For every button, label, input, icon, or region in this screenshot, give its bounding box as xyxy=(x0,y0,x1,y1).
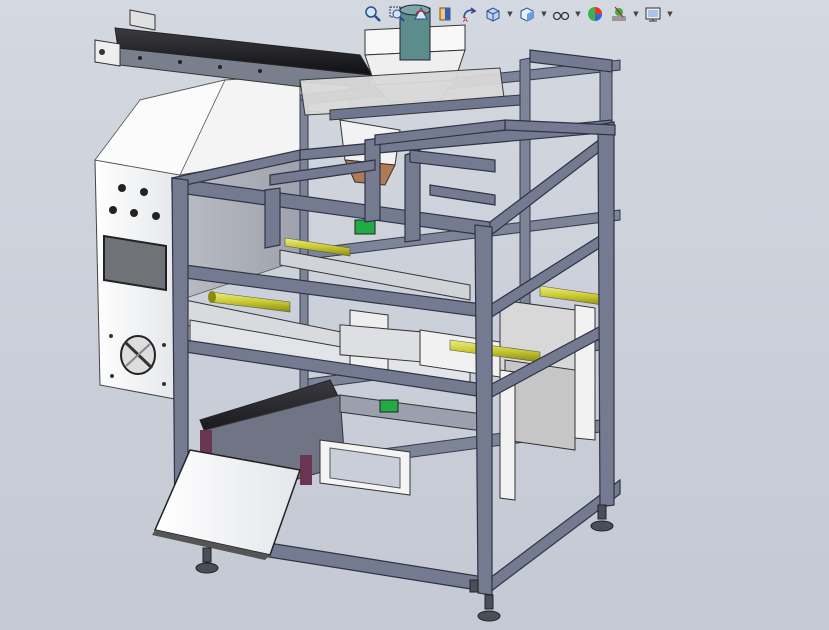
chevron-down-icon[interactable]: ▼ xyxy=(506,3,514,25)
section-view-icon[interactable] xyxy=(434,3,456,25)
view-orientation-icon[interactable] xyxy=(482,3,504,25)
hmi-screen xyxy=(103,234,167,292)
cabinet-button xyxy=(109,206,117,214)
hide-show-items-icon[interactable] xyxy=(550,3,572,25)
chevron-down-icon[interactable]: ▼ xyxy=(666,3,674,25)
graphics-area[interactable] xyxy=(0,0,829,630)
chevron-down-icon[interactable]: ▼ xyxy=(632,3,640,25)
cabinet-button xyxy=(152,212,160,220)
cabinet-button xyxy=(130,209,138,217)
dynamic-annotation-icon[interactable]: A xyxy=(458,3,480,25)
edit-appearance-icon[interactable] xyxy=(584,3,606,25)
apply-scene-icon[interactable] xyxy=(608,3,630,25)
heads-up-view-toolbar: A ▼ ▼ ▼ ▼ ▼ xyxy=(362,2,674,26)
svg-text:A: A xyxy=(463,16,468,23)
zoom-to-fit-icon[interactable] xyxy=(362,3,384,25)
cabinet-button xyxy=(118,184,126,192)
display-style-icon[interactable] xyxy=(516,3,538,25)
view-settings-icon[interactable] xyxy=(642,3,664,25)
cabinet-button xyxy=(140,188,148,196)
chevron-down-icon[interactable]: ▼ xyxy=(574,3,582,25)
zoom-to-area-icon[interactable] xyxy=(386,3,408,25)
chevron-down-icon[interactable]: ▼ xyxy=(540,3,548,25)
previous-view-icon[interactable] xyxy=(410,3,432,25)
